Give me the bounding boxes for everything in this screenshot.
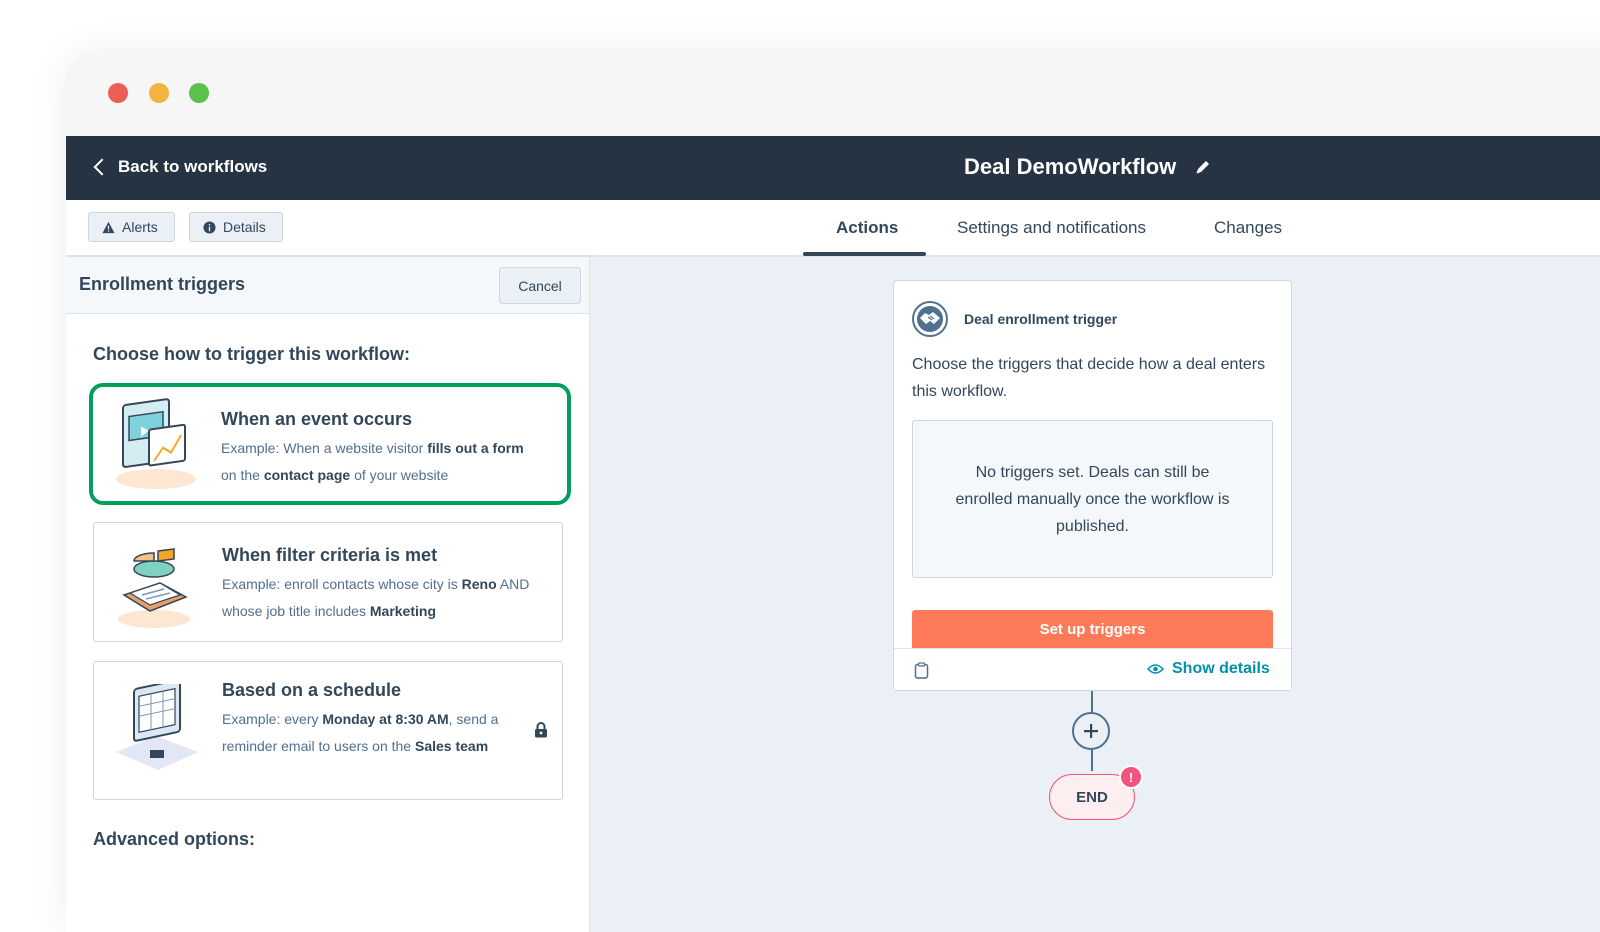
workflow-title: Deal DemoWorkflow [964,154,1212,180]
event-illustration-icon [116,398,196,489]
tab-settings-and-notifications[interactable]: Settings and notifications [957,218,1146,238]
tab-bar: Alerts Details Actions Settings and noti… [66,200,1600,257]
option-when-event-occurs[interactable]: When an event occurs Example: When a web… [89,383,571,505]
set-up-triggers-button[interactable]: Set up triggers [912,610,1273,648]
workflow-header: Back to workflows Deal DemoWorkflow [66,136,1600,200]
workflow-canvas: Deal enrollment trigger Choose the trigg… [591,257,1600,932]
alerts-label: Alerts [122,219,158,235]
tab-changes[interactable]: Changes [1214,218,1282,238]
option-title: Based on a schedule [222,680,402,700]
panel-header: Enrollment triggers Cancel [66,257,589,314]
window-maximize-dot[interactable] [189,83,209,103]
active-tab-indicator [803,252,926,256]
workflow-title-text: Deal DemoWorkflow [964,154,1177,179]
desc-text: of your website [350,467,449,483]
plus-icon [1084,724,1098,738]
eye-icon [1147,664,1164,674]
panel-title: Enrollment triggers [79,274,246,294]
filter-illustration-icon [118,548,190,628]
back-to-workflows-link[interactable]: Back to workflows [92,157,267,177]
desc-text: Example: every [222,711,323,727]
card-header: Deal enrollment trigger [912,301,1117,337]
desc-bold: Sales team [414,738,489,754]
schedule-illustration-icon [116,684,198,770]
cancel-button[interactable]: Cancel [499,267,581,304]
desc-bold: contact page [263,467,351,483]
desc-bold: Monday at 8:30 AM [322,711,449,727]
clipboard-icon[interactable] [914,662,929,679]
handshake-icon [912,301,948,337]
card-description: Choose the triggers that decide how a de… [912,356,1266,400]
show-details-link[interactable]: Show details [1147,660,1270,678]
desc-bold: fills out a form [427,440,524,456]
desc-bold: Marketing [369,603,436,619]
warning-icon [102,221,115,233]
no-triggers-box: No triggers set. Deals can still be enro… [912,420,1273,578]
add-action-button[interactable] [1072,712,1110,750]
details-button[interactable]: Details [189,212,283,242]
pencil-icon[interactable] [1194,158,1212,176]
window-close-dot[interactable] [108,83,128,103]
card-footer: Show details [894,648,1291,690]
card-title: Deal enrollment trigger [964,311,1118,327]
tab-actions[interactable]: Actions [836,218,898,238]
desc-bold: Reno [461,576,497,592]
enrollment-triggers-panel: Enrollment triggers Cancel Choose how to… [66,257,590,932]
window-minimize-dot[interactable] [149,83,169,103]
end-node-alert-badge: ! [1119,765,1143,789]
choose-trigger-heading: Choose how to trigger this workflow: [93,344,410,364]
show-details-label: Show details [1172,660,1270,677]
option-description: Example: When a website visitor fills ou… [221,435,551,489]
alerts-button[interactable]: Alerts [88,212,175,242]
option-description: Example: every Monday at 8:30 AM, send a… [222,706,512,760]
option-filter-criteria[interactable]: When filter criteria is met Example: enr… [93,522,563,642]
advanced-options-heading: Advanced options: [93,829,256,849]
details-label: Details [223,219,266,235]
desc-text: Example: enroll contacts whose city is [222,576,462,592]
info-icon [203,220,216,234]
no-triggers-text: No triggers set. Deals can still be enro… [955,463,1230,535]
desc-text: on the [221,467,264,483]
option-based-on-schedule[interactable]: Based on a schedule Example: every Monda… [93,661,563,800]
option-description: Example: enroll contacts whose city is R… [222,571,552,625]
chevron-left-icon [93,158,111,176]
back-label: Back to workflows [118,157,268,176]
app-window: Back to workflows Deal DemoWorkflow Aler… [66,52,1600,932]
desc-text: Example: When a website visitor [221,440,428,456]
deal-enrollment-trigger-card[interactable]: Deal enrollment trigger Choose the trigg… [893,280,1292,691]
lock-icon [535,722,547,738]
option-title: When filter criteria is met [222,545,438,565]
option-title: When an event occurs [221,409,413,429]
